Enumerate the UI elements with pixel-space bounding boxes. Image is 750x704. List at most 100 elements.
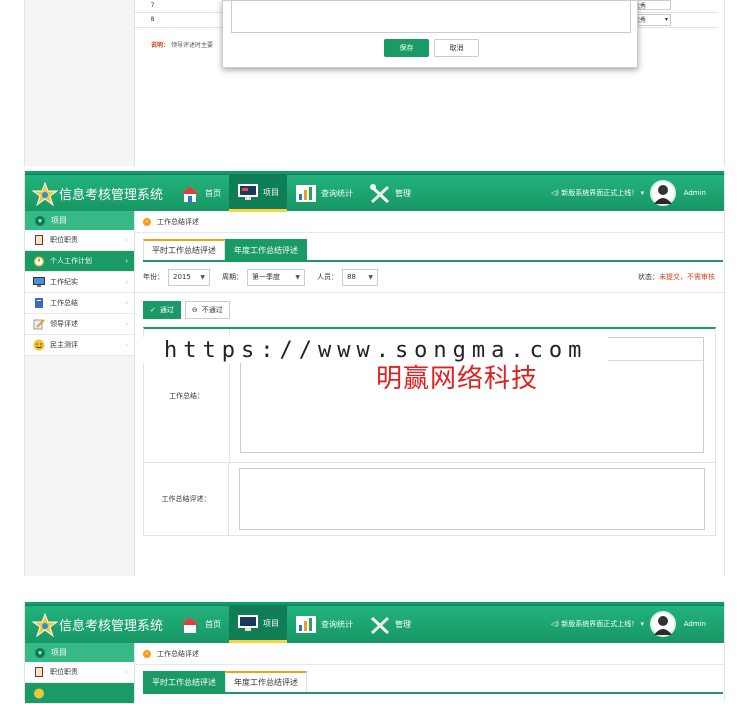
page-title: › 工作总结评述: [135, 211, 725, 233]
period-value: 第一季度: [252, 273, 280, 281]
status-badge: 状态：未提交，不需审核: [638, 272, 715, 282]
system-notice: ◁) 新版系统界面正式上线！ ▾: [551, 619, 644, 629]
pass-button[interactable]: ✓ 通过: [143, 301, 181, 319]
tab-bar: 平时工作总结评述 年度工作总结评述: [143, 671, 723, 694]
alarm-clock-icon: [34, 256, 44, 267]
user-name[interactable]: Admin: [684, 189, 706, 197]
sidebar-item-evaluation[interactable]: 民主测评 ›: [25, 335, 134, 356]
main-nav: 首页 项目 查询统计 管理: [171, 175, 419, 212]
period-select[interactable]: 第一季度 ▼: [247, 268, 305, 286]
note-label: 说明：: [151, 42, 170, 49]
chevron-right-icon: ›: [125, 236, 128, 244]
book-icon: [35, 235, 43, 245]
sidebar-item-label: 个人工作计划: [50, 257, 92, 265]
user-name[interactable]: Admin: [684, 620, 706, 628]
sidebar: ▾ 项目 职位职责 › 个人工作计划 › 工作纪实 › 工作总结 › 领导评述 …: [25, 211, 135, 576]
nav-stats[interactable]: 查询统计: [287, 175, 361, 212]
sidebar-item-label: 民主测评: [50, 341, 78, 349]
home-icon: [181, 616, 199, 633]
modal-dialog: 保存 取消: [222, 0, 638, 68]
sidebar-item-review[interactable]: 领导评述 ›: [25, 314, 134, 335]
nav-project[interactable]: 项目: [229, 606, 287, 643]
tools-icon: [370, 183, 390, 203]
year-value: 2015: [173, 273, 191, 281]
avatar[interactable]: [650, 180, 676, 206]
filter-bar: 年份： 2015 ▼ 周期： 第一季度 ▼ 人员： 88 ▼ 状态：未提交，不需审核: [135, 262, 725, 293]
period-label: 周期：: [222, 273, 243, 281]
sidebar-item-plan[interactable]: 个人工作计划 ›: [25, 251, 134, 272]
reject-button[interactable]: ⊖ 不通过: [184, 301, 230, 319]
nav-home[interactable]: 首页: [171, 606, 229, 643]
review-textarea[interactable]: [238, 468, 705, 530]
nav-admin[interactable]: 管理: [361, 606, 419, 643]
check-icon: ✓: [150, 306, 156, 314]
sidebar-header[interactable]: ▾ 项目: [25, 211, 134, 230]
speaker-icon: ◁): [550, 189, 560, 197]
chevron-right-icon: ›: [125, 320, 128, 328]
tab-annual-review[interactable]: 年度工作总结评述: [225, 239, 307, 260]
tab-bar: 平时工作总结评述 年度工作总结评述: [143, 239, 723, 262]
main-nav: 首页 项目 查询统计 管理: [171, 606, 419, 643]
system-notice: ◁) 新版系统界面正式上线！ ▾: [551, 188, 644, 198]
chevron-right-icon: ›: [143, 217, 151, 226]
chevron-down-icon: ▾: [640, 620, 644, 628]
sidebar-header[interactable]: ▾ 项目: [25, 643, 134, 662]
modal-textarea[interactable]: [231, 1, 631, 33]
person-select[interactable]: 88 ▼: [342, 268, 378, 286]
nav-project[interactable]: 项目: [229, 175, 287, 212]
tab-annual-review[interactable]: 年度工作总结评述: [225, 671, 307, 692]
tab-label: 年度工作总结评述: [234, 245, 298, 255]
sidebar-item-plan[interactable]: [25, 683, 134, 704]
alarm-clock-icon: [34, 688, 44, 699]
monitor-icon: [33, 277, 45, 287]
tab-regular-review[interactable]: 平时工作总结评述: [143, 239, 225, 260]
sidebar-item-duties[interactable]: 职位职责 ›: [25, 662, 134, 683]
nav-stats[interactable]: 查询统计: [287, 606, 361, 643]
chevron-right-icon: ›: [125, 668, 128, 676]
app-header: 信息考核管理系统 首页 项目 查询统计 管理 ◁) 新版系统界面正式上线！ ▾: [25, 605, 724, 643]
cancel-button[interactable]: 取消: [434, 39, 479, 57]
save-button[interactable]: 保存: [384, 39, 429, 57]
tab-regular-review[interactable]: 平时工作总结评述: [143, 671, 225, 692]
nav-stats-label: 查询统计: [321, 620, 353, 629]
chevron-right-icon: ›: [125, 257, 128, 265]
sidebar-item-label: 职位职责: [50, 236, 78, 244]
sidebar-header-label: 项目: [51, 216, 67, 225]
sidebar-item-label: 职位职责: [50, 668, 78, 676]
chevron-right-icon: ›: [125, 299, 128, 307]
sidebar-item-label: 领导评述: [50, 320, 78, 328]
nav-home-label: 首页: [205, 620, 221, 629]
sidebar-item-label: 工作总结: [50, 299, 78, 307]
sidebar-item-records[interactable]: 工作纪实 ›: [25, 272, 134, 293]
app-title: 信息考核管理系统: [59, 619, 164, 634]
review-label: 工作总结评述：: [144, 463, 229, 535]
nav-home[interactable]: 首页: [171, 175, 229, 212]
year-select[interactable]: 2015 ▼: [168, 268, 210, 286]
star-logo-icon: [31, 182, 59, 206]
notice-text: 新版系统界面正式上线！: [561, 620, 639, 628]
watermark-company: 明赢网络科技: [376, 364, 539, 394]
sidebar-item-duties[interactable]: 职位职责 ›: [25, 230, 134, 251]
tools-icon: [370, 616, 390, 634]
chevron-down-icon: ▼: [295, 273, 300, 281]
chevron-right-icon: ›: [125, 341, 128, 349]
nav-admin[interactable]: 管理: [361, 175, 419, 212]
person-value: 88: [347, 273, 356, 281]
sidebar-item-label: 工作纪实: [50, 278, 78, 286]
nav-admin-label: 管理: [395, 189, 411, 198]
nav-project-label: 项目: [263, 618, 279, 628]
reject-label: 不通过: [201, 306, 223, 314]
app-title: 信息考核管理系统: [59, 188, 164, 203]
star-logo-icon: [31, 613, 59, 637]
sidebar-item-summary[interactable]: 工作总结 ›: [25, 293, 134, 314]
page-title: › 工作总结评述: [135, 643, 725, 665]
page-title-text: 工作总结评述: [157, 649, 199, 658]
bottom-fragment: 信息考核管理系统 首页 项目 查询统计 管理 ◁) 新版系统界面正式上线！ ▾: [24, 602, 725, 704]
chevron-right-icon: ›: [125, 278, 128, 286]
avatar[interactable]: [650, 611, 676, 637]
main-screen: 信息考核管理系统 首页 项目 查询统计 管理 ◁) 新版系统界面正式上线！ ▾: [24, 171, 725, 576]
tab-label: 年度工作总结评述: [234, 678, 298, 687]
status-label: 状态：: [638, 273, 659, 281]
year-label: 年份：: [143, 273, 164, 281]
form-row-review: 工作总结评述：: [144, 463, 715, 535]
